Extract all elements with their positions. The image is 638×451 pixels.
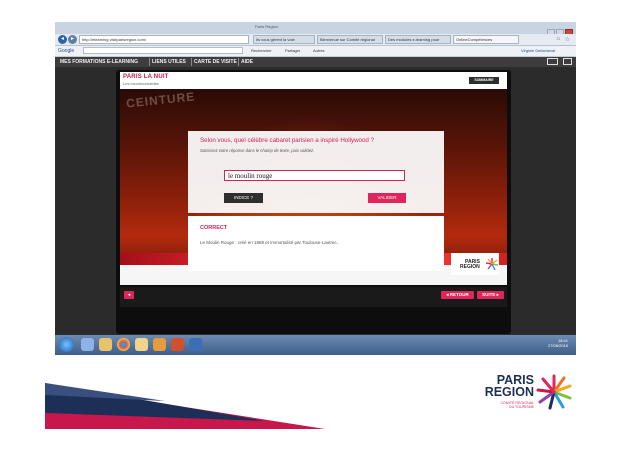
content-area: PARIS LA NUIT Les incontournables SOMMAI… [55,67,576,342]
feedback-text: Le Moulin Rouge : créé en 1889 et immort… [200,240,338,245]
question-panel: Selon vous, quel célèbre cabaret parisie… [188,131,444,213]
google-toolbar: Google Rechercher Partager Autres Virgin… [55,46,576,57]
address-bar[interactable]: http://elearning.visitparisregion.com/ [79,35,249,44]
ie-icon[interactable] [81,338,94,351]
google-more-button[interactable]: Autres [313,47,325,54]
nav-business-card[interactable]: CARTE DE VISITE [194,58,237,66]
google-label: Google [58,48,75,54]
speaker-icon[interactable]: ◂ [124,291,134,299]
logo-line2: REGION [460,264,480,270]
decorative-stripe [45,383,325,429]
window-icon[interactable] [563,58,572,65]
nav-help[interactable]: AIDE [241,58,253,66]
back-arrow-icon[interactable]: ◂ [58,35,67,44]
course-title: PARIS LA NUIT [123,74,169,80]
brand-tagline2: DU TOURISME [508,405,534,409]
feedback-panel: CORRECT Le Moulin Rouge : créé en 1889 e… [188,216,444,271]
window-titlebar: Paris Région [55,22,576,36]
course-header: PARIS LA NUIT Les incontournables SOMMAI… [120,72,507,89]
nav-separator [238,58,239,66]
cabaret-photo: CEINTURE PARIS REGION Selon vous, quel c… [120,89,507,285]
star-icon[interactable]: ☆ [565,36,570,43]
chrome-icon[interactable] [117,338,130,351]
hint-button[interactable]: INDICE ? [224,193,263,203]
google-search-input[interactable] [83,47,243,54]
next-button[interactable]: SUITE ▸ [477,291,504,299]
system-clock[interactable]: 18:41 27/06/2016 [548,338,568,348]
google-search-button[interactable]: Rechercher [251,47,272,54]
mail-icon[interactable] [547,58,558,65]
nav-separator [149,58,150,66]
home-icon[interactable]: ⌂ [556,36,560,42]
tab-3[interactable]: Des modules e-learning pour [385,35,451,44]
question-text: Selon vous, quel célèbre cabaret parisie… [200,137,375,144]
tab-4[interactable]: OnlineCompétences [453,35,519,44]
tab-1[interactable]: Ils vous gérent la voie [253,35,315,44]
user-account[interactable]: Virginie Delacheval [521,47,555,54]
window-title: Paris Région [255,24,278,29]
summary-button[interactable]: SOMMAIRE [469,77,499,84]
answer-input[interactable]: le moulin rouge [224,170,405,181]
window-controls [546,23,574,36]
paris-region-logo: PARIS REGION [451,253,499,275]
nav-my-elearning[interactable]: MES FORMATIONS E-LEARNING [60,58,138,66]
clock-date: 27/06/2016 [547,343,568,348]
start-button[interactable] [59,337,74,352]
brand-starburst-icon [536,374,572,410]
browser-navbar: ◂ ▸ http://elearning.visitparisregion.co… [55,34,576,46]
media-icon[interactable] [189,338,202,351]
folder-icon[interactable] [99,338,112,351]
outlook-icon[interactable] [153,338,166,351]
explorer-icon[interactable] [135,338,148,351]
paris-region-brand: PARIS REGION COMITÉ RÉGIONAL DU TOURISME [478,374,578,424]
validate-button[interactable]: VALIDER [368,193,406,203]
google-share-button[interactable]: Partager [285,47,300,54]
forward-arrow-icon[interactable]: ▸ [68,35,77,44]
brand-line2: REGION [484,385,534,399]
screenshot-frame: Paris Région ◂ ▸ http://elearning.visitp… [55,22,576,355]
starburst-icon [486,258,498,270]
powerpoint-icon[interactable] [171,338,184,351]
elearning-player: PARIS LA NUIT Les incontournables SOMMAI… [116,70,511,334]
course-subtitle: Les incontournables [123,81,159,86]
tab-2[interactable]: Bienvenue sur Comité régional [317,35,383,44]
nav-useful-links[interactable]: LIENS UTILES [152,58,186,66]
player-footer: ◂ ◂ RETOUR SUITE ▸ [120,287,507,307]
windows-taskbar: 18:41 27/06/2016 [55,335,576,355]
nav-separator [191,58,192,66]
question-instruction: Saisissez votre réponse dans le champ de… [200,148,315,153]
site-navbar: MES FORMATIONS E-LEARNING LIENS UTILES C… [55,57,576,67]
feedback-title: CORRECT [200,225,228,231]
back-button[interactable]: ◂ RETOUR [441,291,474,299]
